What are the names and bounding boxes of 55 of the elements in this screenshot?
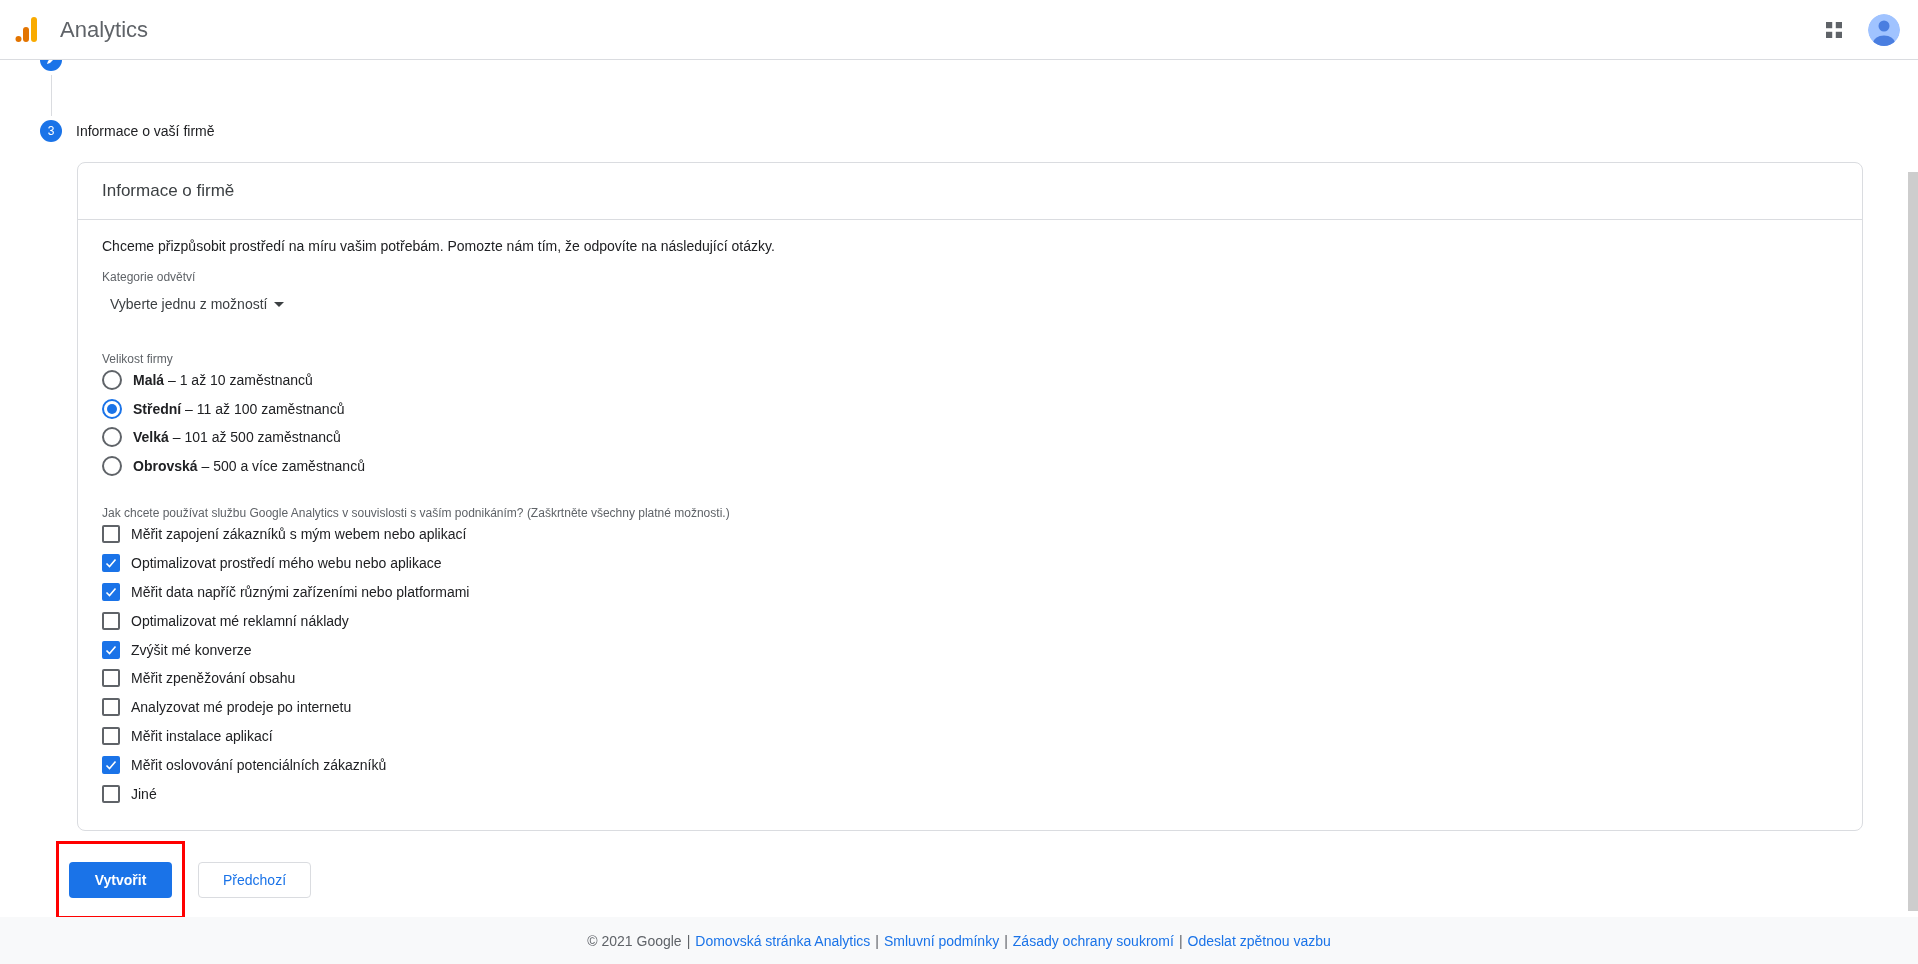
radio-label: Velká – 101 až 500 zaměstnanců: [133, 429, 341, 446]
separator: |: [1178, 932, 1183, 949]
question-label: Jak chcete používat službu Google Analytics v souvislosti s vaším podnikáním? (Zaškrtněte všechny platné možnosti.): [102, 506, 731, 520]
checkbox[interactable]: [102, 525, 120, 544]
radio-button[interactable]: [102, 427, 122, 448]
checkbox-label: Měřit oslovování potenciálních zákazníků: [131, 756, 387, 773]
check-icon: [104, 556, 118, 571]
create-button[interactable]: Vytvořit: [69, 862, 172, 899]
card-title: Informace o firmě: [102, 181, 235, 201]
separator: |: [686, 932, 691, 949]
avatar-icon[interactable]: [1868, 13, 1900, 46]
checkbox[interactable]: [102, 784, 120, 803]
checkbox[interactable]: [102, 755, 120, 774]
checkbox-label: Analyzovat mé prodeje po internetu: [131, 699, 352, 716]
checkbox[interactable]: [102, 726, 120, 745]
check-icon: [104, 585, 118, 599]
previous-button[interactable]: Předchozí: [198, 862, 312, 899]
separator: |: [1004, 932, 1008, 949]
radio-label: Obrovská – 500 a více zaměstnanců: [133, 457, 365, 474]
caret-icon: [274, 301, 285, 307]
radio-button[interactable]: [102, 370, 122, 391]
field-label: Kategorie odvětví: [102, 270, 197, 284]
separator: |: [875, 932, 879, 949]
apps-grid-icon[interactable]: [1826, 21, 1842, 38]
footer-link[interactable]: Smluvní podmínky: [884, 932, 1000, 949]
checkbox-label: Měřit zpeněžování obsahu: [131, 670, 296, 687]
scrollbar[interactable]: [1908, 172, 1918, 911]
checkbox[interactable]: [102, 611, 120, 630]
checkbox-label: Optimalizovat mé reklamní náklady: [131, 612, 349, 629]
radio-label: Malá – 1 až 10 zaměstnanců: [133, 372, 313, 389]
step-number: 3: [40, 120, 62, 142]
footer-link[interactable]: Odeslat zpětnou vazbu: [1187, 932, 1331, 949]
field-label: Velikost firmy: [102, 352, 174, 366]
checkbox-label: Měřit data napříč různými zařízeními nebo platformami: [131, 584, 470, 600]
radio-button[interactable]: [102, 398, 122, 419]
bar-chart-logo-icon: [15, 16, 39, 43]
checkbox[interactable]: [102, 554, 120, 573]
checkbox[interactable]: [102, 698, 120, 717]
footer-link[interactable]: Domovská stránka Analytics: [695, 932, 871, 949]
industry-dropdown[interactable]: Vyberte jednu z možností: [102, 286, 293, 322]
checkbox[interactable]: [102, 583, 120, 601]
copyright-text: © 2021 Google: [587, 932, 682, 949]
app-title: Analytics: [60, 16, 149, 43]
step-title: Informace o vaší firmě: [76, 123, 215, 139]
checkbox[interactable]: [102, 640, 120, 659]
checkbox-label: Měřit instalace aplikací: [131, 727, 273, 744]
radio-label: Střední – 11 až 100 zaměstnanců: [133, 400, 345, 417]
footer-link[interactable]: Zásady ochrany soukromí: [1012, 932, 1174, 949]
checkbox-label: Měřit zapojení zákazníků s mým webem nebo aplikací: [131, 526, 467, 543]
checkbox-label: Zvýšit mé konverze: [131, 641, 252, 658]
checkbox-label: Optimalizovat prostředí mého webu nebo aplikace: [131, 555, 442, 572]
checkbox[interactable]: [102, 669, 120, 688]
checkbox-label: Jiné: [131, 785, 157, 802]
intro-text: Chceme přizpůsobit prostředí na míru vašim potřebám. Pomozte nám tím, že odpovíte na následující otázky.: [102, 237, 776, 256]
radio-button[interactable]: [102, 455, 122, 476]
